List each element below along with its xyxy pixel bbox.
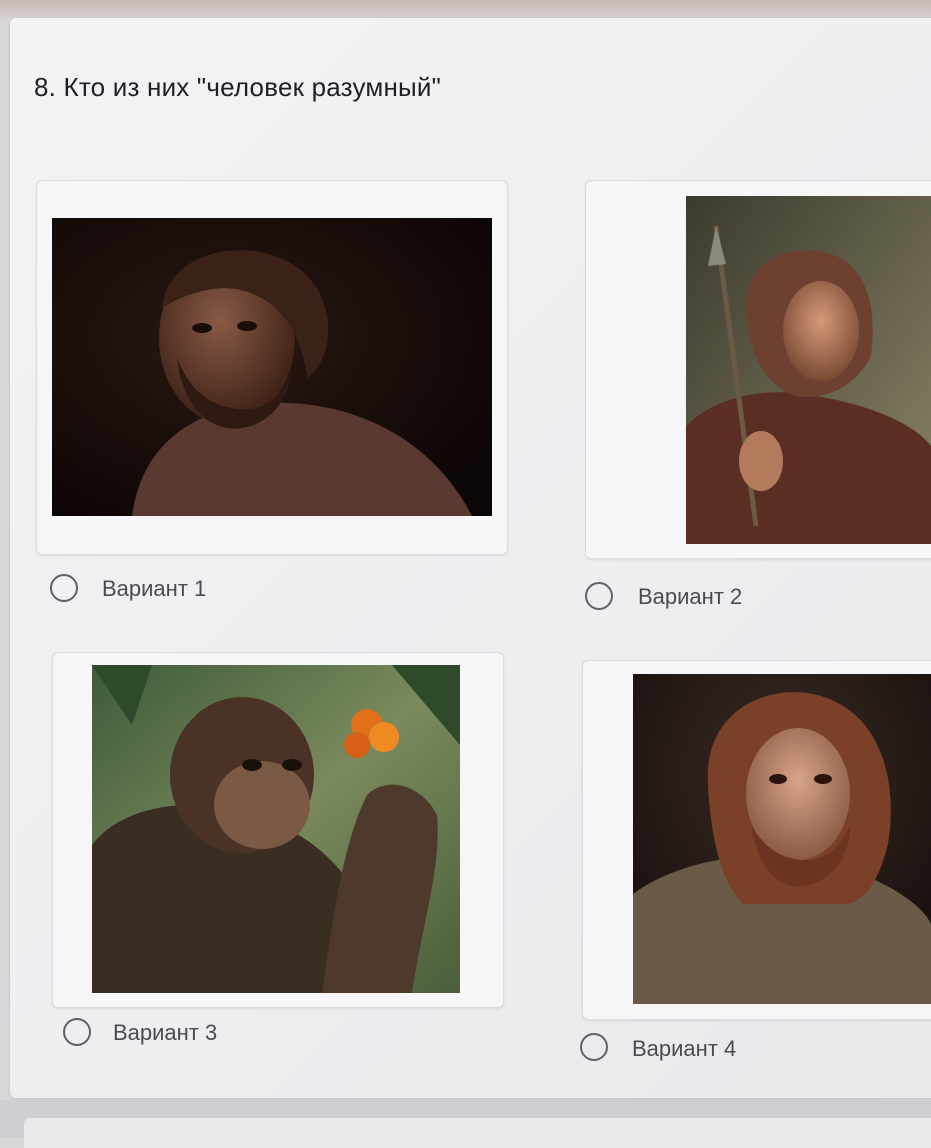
option-4-radio[interactable] [580,1033,608,1061]
option-4-image[interactable] [633,674,931,1004]
option-1-label[interactable]: Вариант 1 [102,576,206,602]
browser-top-strip [0,0,931,20]
portrait-icon [686,196,931,544]
option-2-radio[interactable] [585,582,613,610]
next-card-edge [24,1118,931,1148]
portrait-icon [92,665,460,993]
option-1-image[interactable] [52,218,492,516]
option-3-label[interactable]: Вариант 3 [113,1020,217,1046]
option-2-image[interactable] [686,196,931,544]
portrait-icon [52,218,492,516]
option-1-radio[interactable] [50,574,78,602]
option-3-image[interactable] [92,665,460,993]
option-2-label[interactable]: Вариант 2 [638,584,742,610]
option-4-label[interactable]: Вариант 4 [632,1036,736,1062]
option-3-radio[interactable] [63,1018,91,1046]
portrait-icon [633,674,931,1004]
question-title: 8. Кто из них "человек разумный" [34,72,442,102]
